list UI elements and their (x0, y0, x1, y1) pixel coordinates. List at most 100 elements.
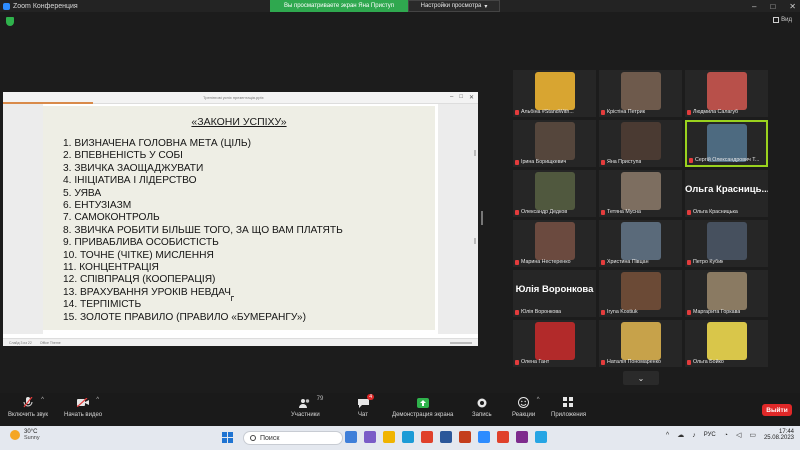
telegram-icon[interactable] (535, 431, 547, 443)
participant-name-bar: Iryna Kostiuk (601, 309, 680, 315)
rule-item: 13. ВРАХУВАННЯ УРОКІВ НЕВДАЧ (63, 286, 231, 298)
participant-name-bar: Альбіна #StandWith... (515, 109, 594, 115)
zoom-app-icon[interactable] (478, 431, 490, 443)
participant-name: Альбіна #StandWith... (521, 109, 574, 115)
powerpoint-icon[interactable] (459, 431, 471, 443)
participant-video (534, 322, 575, 360)
participants-button[interactable]: 79 Участники (291, 396, 323, 418)
chrome-2-icon[interactable] (497, 431, 509, 443)
participant-tile[interactable]: Крістіна Петрик (599, 70, 682, 117)
reactions-button[interactable]: ^ Реакции (512, 397, 540, 418)
cloud-icon[interactable]: ☁ (677, 431, 684, 439)
participant-name: Ірина Борищкевич (521, 159, 567, 165)
participant-tile[interactable]: Наталія Пономаренко (599, 320, 682, 367)
participant-tile[interactable]: Людмила Салагуб (685, 70, 768, 117)
participant-name: Олександр Дедков (521, 209, 568, 215)
speaker-icon[interactable]: ◁ (736, 431, 741, 439)
participant-tile[interactable]: Петро Кубик (685, 220, 768, 267)
viber-icon[interactable] (516, 431, 528, 443)
participant-tile[interactable]: Тетяна Мусна (599, 170, 682, 217)
windows-start-icon[interactable] (222, 432, 233, 443)
zoom-slider-track (450, 342, 472, 344)
participant-tile[interactable]: Iryna Kostiuk (599, 270, 682, 317)
rule-item: 15. ЗОЛОТЕ ПРАВИЛО (ПРАВИЛО «БУМЕРАНГУ») (63, 311, 306, 323)
mouse-cursor-icon (231, 296, 234, 301)
meet-icon[interactable] (364, 431, 376, 443)
participant-tile[interactable]: Ольга Красниць... Ольга Красницька (685, 170, 768, 217)
apps-button[interactable]: Приложения (551, 397, 586, 418)
participant-tile[interactable]: Марина Нестеренко (513, 220, 596, 267)
zoom-logo-icon (3, 2, 10, 10)
participant-video (534, 172, 575, 210)
word-icon[interactable] (440, 431, 452, 443)
participant-video (534, 222, 575, 260)
share-screen-button[interactable]: Демонстрация экрана (392, 397, 453, 418)
participants-count: 79 (316, 396, 324, 402)
participant-name: Марина Нестеренко (521, 259, 571, 265)
participant-tile[interactable]: Сергій Олександрович Т... (685, 120, 768, 167)
participant-name: Iryna Kostiuk (607, 309, 638, 315)
chrome-icon[interactable] (421, 431, 433, 443)
presentation-titlebar: Тренінгові успіх презентація.pptx – □ ✕ (3, 92, 478, 104)
participant-tile[interactable]: Маргарита Горкава (685, 270, 768, 317)
participant-tile[interactable]: Христина Півцан (599, 220, 682, 267)
participant-tile[interactable]: Олена Гант (513, 320, 596, 367)
presentation-left-pane (3, 104, 43, 334)
taskbar-search[interactable]: Поиск (243, 431, 343, 445)
participant-display-name: Ольга Красниць... (685, 184, 768, 195)
taskbar-clock[interactable]: 17:44 25.08.2023 (764, 429, 794, 441)
minimize-icon[interactable]: – (752, 2, 756, 11)
start-video-button[interactable]: ^ Начать видео (64, 397, 102, 418)
participant-display-name: Юлія Воронкова (515, 284, 594, 295)
unmute-button[interactable]: ^ Включить звук (8, 397, 48, 418)
start-video-label: Начать видео (64, 412, 103, 418)
chat-button[interactable]: 4 Чат (357, 394, 374, 418)
microphone-muted-icon (601, 309, 605, 315)
task-view-icon[interactable] (345, 431, 357, 443)
participant-name-bar: Тетяна Мусна (601, 209, 680, 215)
participant-tile[interactable]: Юлія Воронкова Юлія Воронкова (513, 270, 596, 317)
participant-name: Ольга Красницька (693, 209, 738, 215)
security-shield-icon[interactable] (6, 17, 14, 26)
split-divider-handle[interactable] (481, 211, 483, 225)
chevron-up-icon[interactable]: ^ (41, 397, 44, 403)
leave-button[interactable]: Выйти (762, 404, 792, 416)
zoom-window: Zoom Конференция Вы просматриваете экран… (0, 0, 800, 450)
wifi-icon[interactable]: ◔ (724, 432, 728, 439)
share-banner: Вы просматриваете экран Яна Приступ (270, 0, 408, 12)
participant-name-bar: Яна Приступа (601, 159, 680, 165)
language-indicator[interactable]: РУС (704, 432, 716, 438)
chevron-up-icon[interactable]: ^ (666, 432, 669, 439)
weather-widget[interactable]: 30°C Sunny (10, 429, 40, 441)
participant-name: Сергій Олександрович Т... (695, 157, 760, 163)
file-explorer-icon[interactable] (383, 431, 395, 443)
rule-item: 8. ЗВИЧКА РОБИТИ БІЛЬШЕ ТОГО, ЗА ЩО ВАМ … (63, 224, 343, 236)
microphone-muted-icon (601, 109, 605, 115)
participant-name-bar: Ольга Красницька (687, 209, 766, 215)
close-icon[interactable]: ✕ (789, 2, 796, 11)
edge-icon[interactable] (402, 431, 414, 443)
participant-name: Ольга Бойко (693, 359, 724, 365)
rule-item: 2. ВПЕВНЕНІСТЬ У СОБІ (63, 150, 184, 162)
rule-item: 6. ЕНТУЗІАЗМ (63, 200, 132, 212)
next-page-button[interactable]: ⌄ (623, 371, 659, 385)
view-button[interactable]: Вид (773, 17, 792, 23)
participant-tile[interactable]: Ірина Борищкевич (513, 120, 596, 167)
chevron-up-icon[interactable]: ^ (537, 397, 540, 403)
participant-tile[interactable]: Альбіна #StandWith... (513, 70, 596, 117)
participant-name-bar: Олена Гант (515, 359, 594, 365)
participant-tile[interactable]: Ольга Бойко (685, 320, 768, 367)
view-options-button[interactable]: Настройки просмотра ▾ (408, 0, 500, 12)
weather-condition: Sunny (24, 435, 40, 441)
participant-tile[interactable]: Олександр Дедков (513, 170, 596, 217)
record-button[interactable]: Запись (472, 397, 492, 418)
volume-icon[interactable]: ♪ (692, 432, 696, 439)
participant-name: Наталія Пономаренко (607, 359, 661, 365)
slide-title-text: «ЗАКОНИ УСПІХУ» (191, 116, 287, 128)
maximize-icon[interactable]: □ (770, 2, 775, 11)
chevron-up-icon[interactable]: ^ (96, 397, 99, 403)
battery-icon[interactable]: ▭ (749, 431, 756, 439)
participant-name-bar: Ірина Борищкевич (515, 159, 594, 165)
participant-tile[interactable]: Яна Приступа (599, 120, 682, 167)
participant-name: Яна Приступа (607, 159, 642, 165)
